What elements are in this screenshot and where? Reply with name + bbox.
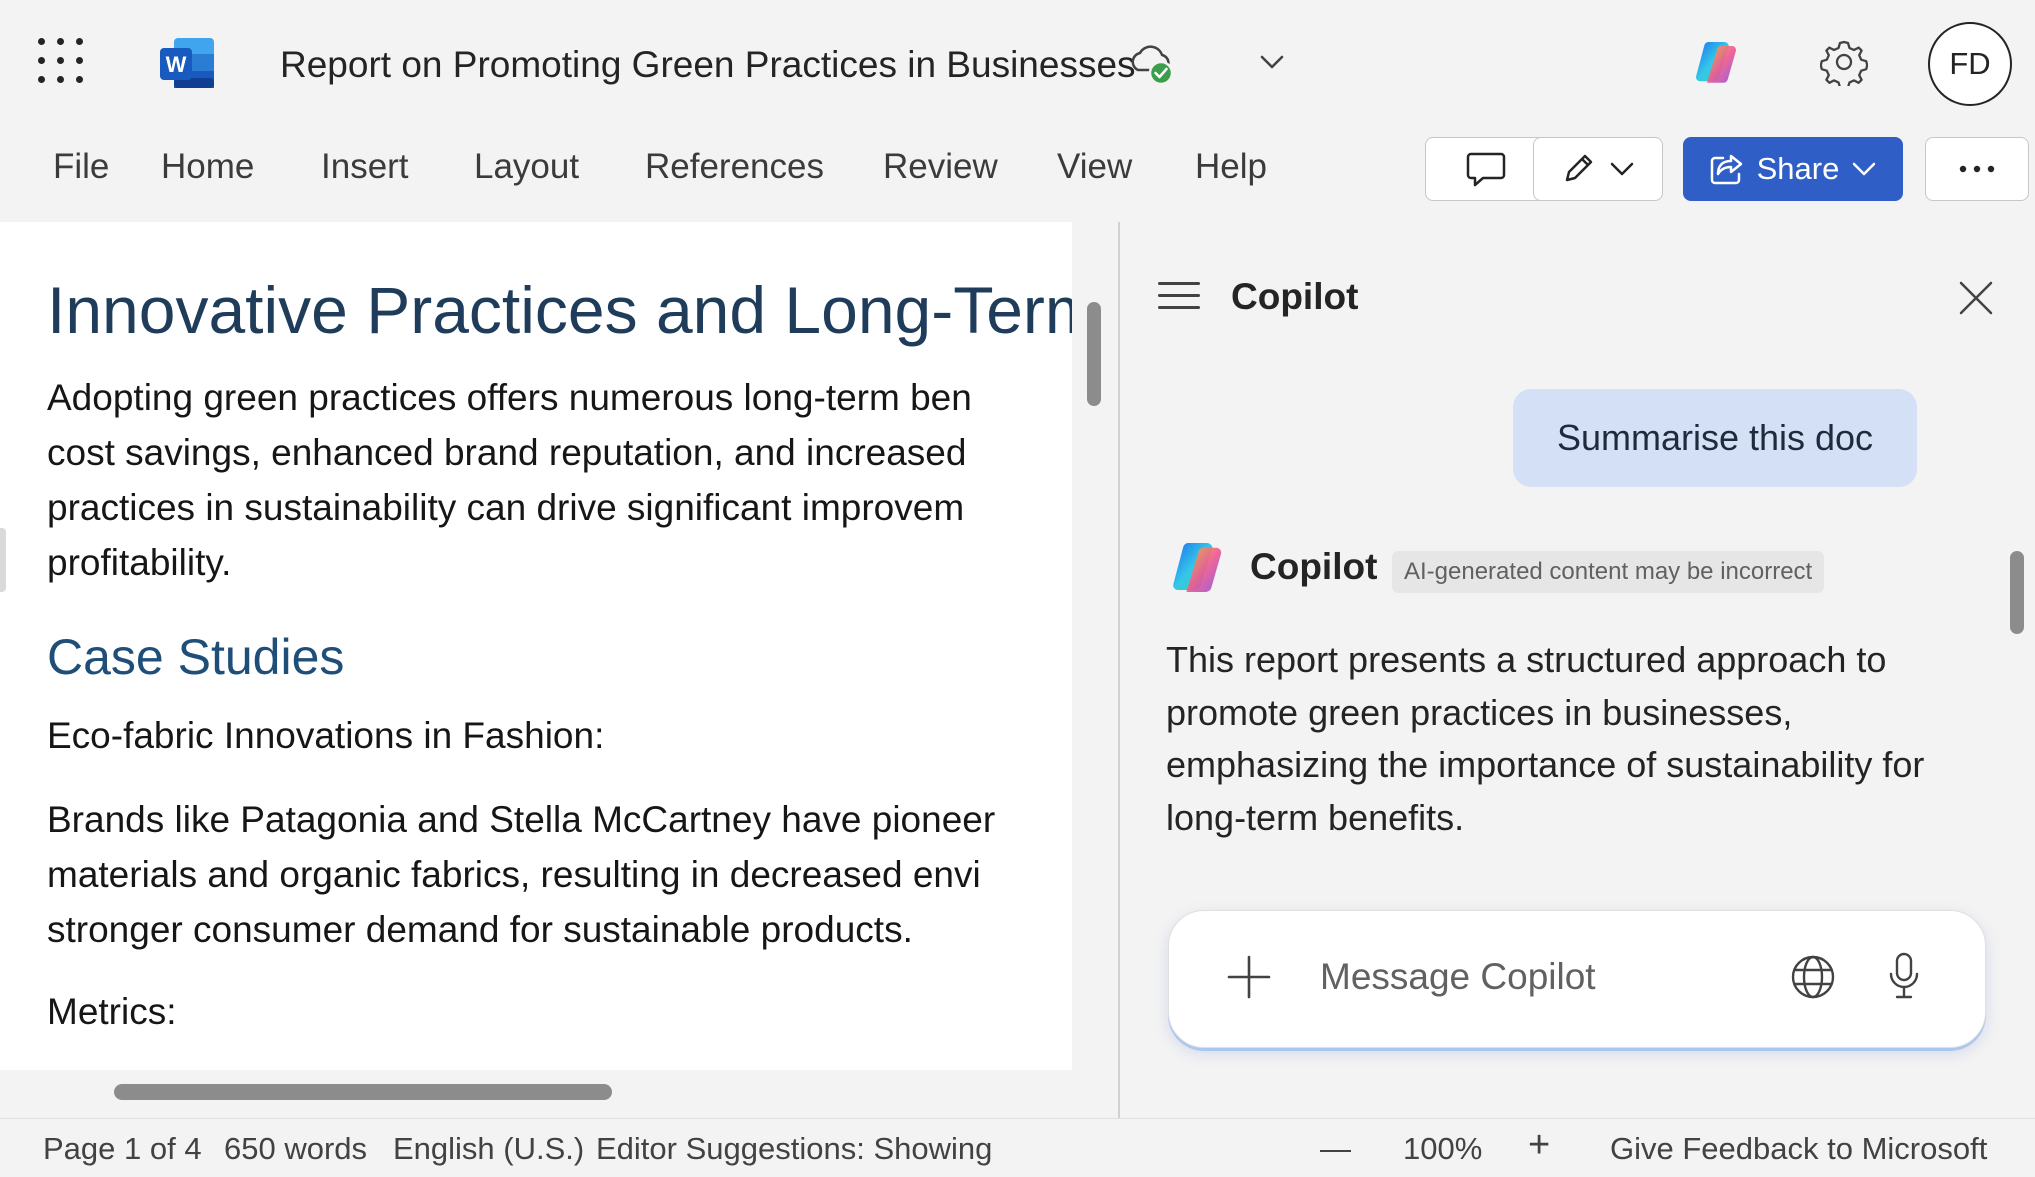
tab-insert[interactable]: Insert: [321, 147, 409, 187]
zoom-level[interactable]: 100%: [1403, 1131, 1482, 1167]
copilot-pane-title: Copilot: [1231, 276, 1359, 317]
share-button[interactable]: Share: [1683, 137, 1903, 201]
editing-mode-button[interactable]: [1533, 137, 1663, 201]
cloud-saved-check-icon[interactable]: [1128, 40, 1176, 86]
document-horizontal-scrollbar[interactable]: [114, 1084, 612, 1100]
tab-home[interactable]: Home: [161, 147, 254, 187]
user-avatar[interactable]: FD: [1928, 22, 2012, 106]
more-horizontal-icon: [1959, 165, 1995, 173]
close-icon[interactable]: [1958, 280, 1994, 316]
assistant-response: This report presents a structured approa…: [1166, 634, 1924, 844]
more-options-button[interactable]: [1925, 137, 2029, 201]
share-label: Share: [1756, 151, 1840, 186]
document-vertical-scrollbar[interactable]: [1087, 302, 1101, 406]
response-line: emphasizing the importance of sustainabi…: [1166, 744, 1925, 785]
intro-line[interactable]: profitability.: [47, 535, 231, 590]
response-line: promote green practices in businesses,: [1166, 691, 1793, 733]
pencil-icon: [1565, 154, 1593, 182]
app-launcher-icon[interactable]: [38, 38, 84, 84]
case-study-line[interactable]: materials and organic fabrics, resulting…: [47, 847, 981, 902]
side-pane-handle[interactable]: [0, 528, 6, 592]
document-title[interactable]: Report on Promoting Green Practices in B…: [280, 44, 1136, 86]
zoom-in-button[interactable]: +: [1528, 1124, 1550, 1167]
tab-view[interactable]: View: [1057, 147, 1132, 187]
zoom-out-button[interactable]: —: [1320, 1131, 1351, 1167]
share-icon: [1710, 154, 1742, 185]
title-bar: W Report on Promoting Green Practices in…: [0, 0, 2035, 125]
chevron-down-icon: [1853, 162, 1876, 176]
response-line: long-term benefits.: [1166, 796, 1465, 838]
comment-icon: [1466, 152, 1506, 187]
word-count[interactable]: 650 words: [224, 1131, 367, 1167]
editor-suggestions-status[interactable]: Editor Suggestions: Showing: [596, 1131, 992, 1167]
chevron-down-icon[interactable]: [1258, 52, 1286, 72]
ai-disclaimer-badge: AI-generated content may be incorrect: [1392, 551, 1825, 593]
copilot-logo-icon: [1173, 543, 1222, 592]
globe-icon[interactable]: [1790, 954, 1836, 1000]
metrics-label[interactable]: Metrics:: [47, 984, 177, 1039]
tab-review[interactable]: Review: [883, 147, 998, 187]
tab-help[interactable]: Help: [1195, 147, 1267, 187]
copilot-vertical-scrollbar[interactable]: [2010, 551, 2024, 634]
response-line: This report presents a structured approa…: [1166, 639, 1887, 680]
assistant-name: Copilot: [1250, 546, 1378, 587]
case-study-line[interactable]: Brands like Patagonia and Stella McCartn…: [47, 792, 995, 847]
copilot-logo-icon[interactable]: [1690, 38, 1740, 86]
settings-gear-icon[interactable]: [1820, 38, 1868, 86]
message-input[interactable]: Message Copilot: [1320, 956, 1596, 998]
svg-text:W: W: [166, 52, 187, 77]
add-attachment-icon[interactable]: [1226, 954, 1272, 1000]
document-heading[interactable]: Innovative Practices and Long-Term: [47, 272, 1100, 348]
page-indicator[interactable]: Page 1 of 4: [43, 1131, 202, 1167]
intro-line[interactable]: Adopting green practices offers numerous…: [47, 370, 972, 425]
intro-line[interactable]: cost savings, enhanced brand reputation,…: [47, 425, 966, 480]
microphone-icon[interactable]: [1888, 952, 1920, 1000]
case-study-title[interactable]: Eco-fabric Innovations in Fashion:: [47, 708, 604, 763]
intro-line[interactable]: practices in sustainability can drive si…: [47, 480, 964, 535]
case-study-line[interactable]: stronger consumer demand for sustainable…: [47, 902, 913, 957]
chevron-down-icon: [1610, 162, 1634, 176]
section-heading[interactable]: Case Studies: [47, 628, 344, 686]
tab-file[interactable]: File: [53, 147, 109, 187]
menu-icon[interactable]: [1158, 280, 1200, 312]
comments-button[interactable]: [1425, 137, 1547, 201]
tab-references[interactable]: References: [645, 147, 824, 187]
user-message-bubble: Summarise this doc: [1513, 389, 1917, 487]
ribbon: File Home Insert Layout References Revie…: [0, 125, 2035, 220]
tab-layout[interactable]: Layout: [474, 147, 579, 187]
language-indicator[interactable]: English (U.S.): [393, 1131, 584, 1167]
give-feedback-link[interactable]: Give Feedback to Microsoft: [1610, 1131, 1987, 1167]
word-logo-icon[interactable]: W: [160, 38, 216, 88]
